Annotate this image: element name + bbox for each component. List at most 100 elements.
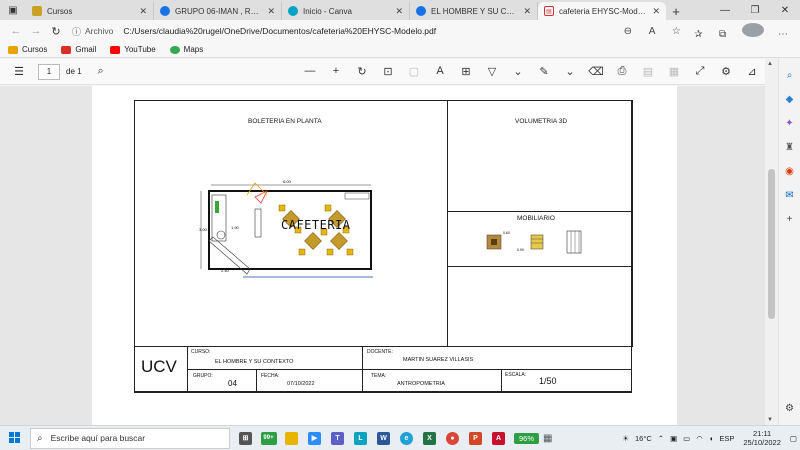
rotate-icon[interactable]: ↻ bbox=[349, 65, 375, 78]
tab-contexto[interactable]: EL HOMBRE Y SU CONTEXTO ✕ bbox=[410, 2, 538, 20]
outlook-icon[interactable]: ✉ bbox=[783, 188, 797, 202]
settings-gear-icon[interactable]: ⚙ bbox=[713, 65, 739, 78]
tab-cursos[interactable]: Cursos ✕ bbox=[26, 2, 154, 20]
pdf-toolbar: ☰ 1 de 1 ⌕ — + ↻ ⊡ ▢ A͏ ⊞ ▽ ⌄ ✎ ⌄ ⌫ ⎙ ▤ … bbox=[0, 59, 765, 85]
page-view-icon[interactable]: ▢ bbox=[401, 65, 427, 78]
bookmark-youtube[interactable]: YouTube bbox=[110, 45, 156, 54]
office-icon[interactable]: ◉ bbox=[783, 164, 797, 178]
pdf-document-area[interactable]: BOLETERIA EN PLANTA 6.00 3.00 1.90 2.40 … bbox=[0, 86, 765, 426]
search-icon[interactable]: ⌕ bbox=[783, 68, 797, 82]
sidebar-settings-icon[interactable]: ⚙ bbox=[783, 401, 797, 415]
battery-status[interactable]: 96% bbox=[514, 432, 540, 444]
close-tab-icon[interactable]: ✕ bbox=[395, 6, 403, 17]
draw-icon[interactable]: ▽ bbox=[479, 65, 505, 78]
scroll-down-icon[interactable]: ▼ bbox=[767, 417, 773, 423]
favorite-icon[interactable]: ☆ bbox=[665, 26, 687, 37]
read-aloud-icon[interactable]: A͏ bbox=[427, 65, 453, 78]
tab-canva[interactable]: Inicio - Canva ✕ bbox=[282, 2, 410, 20]
minimize-icon[interactable]: — bbox=[710, 0, 740, 20]
refresh-icon[interactable]: ↻ bbox=[46, 25, 66, 38]
teams-icon[interactable]: T bbox=[326, 428, 349, 448]
tab-pdf-active[interactable]: ▤ cafeteria EHYSC-Modelo.pdf ✕ bbox=[538, 2, 666, 20]
close-tab-icon[interactable]: ✕ bbox=[523, 6, 531, 17]
scroll-up-icon[interactable]: ▲ bbox=[767, 61, 773, 67]
clock[interactable]: 21:11 25/10/2022 bbox=[743, 429, 781, 447]
info-icon[interactable]: ⓘ bbox=[72, 25, 81, 38]
zoom-icon[interactable]: ⊖ bbox=[617, 26, 639, 37]
read-aloud-icon[interactable]: A bbox=[641, 26, 663, 37]
save-as-icon[interactable]: ▦ bbox=[661, 65, 687, 78]
language-indicator[interactable]: ESP bbox=[719, 434, 734, 443]
chevron-down-icon[interactable]: ⌄ bbox=[505, 65, 531, 78]
tools-icon[interactable]: ✦ bbox=[783, 116, 797, 130]
app-icon[interactable]: ▦ bbox=[543, 433, 552, 444]
zoom-in-icon[interactable]: + bbox=[323, 65, 349, 78]
close-tab-icon[interactable]: ✕ bbox=[139, 6, 147, 17]
dim-inner: 1.90 bbox=[231, 225, 240, 230]
excel-icon[interactable]: X bbox=[418, 428, 441, 448]
text-icon[interactable]: ⊞ bbox=[453, 65, 479, 78]
fit-page-icon[interactable]: ⊡ bbox=[375, 65, 401, 78]
chrome-icon[interactable]: ● bbox=[441, 428, 464, 448]
add-icon[interactable]: + bbox=[783, 212, 797, 226]
vertical-scrollbar[interactable]: ▲ ▼ bbox=[765, 59, 778, 425]
forward-icon[interactable]: → bbox=[26, 25, 46, 37]
camera-icon[interactable]: ▣ bbox=[670, 434, 677, 443]
highlight-icon[interactable]: ✎ bbox=[531, 65, 557, 78]
zoom-app-icon[interactable]: ▶ bbox=[303, 428, 326, 448]
fullscreen-icon[interactable]: ⤢ bbox=[687, 65, 713, 78]
ucv-logo: UCV bbox=[141, 357, 177, 376]
volume-icon[interactable]: ◖ bbox=[709, 434, 714, 443]
bookmark-maps[interactable]: Maps bbox=[169, 45, 203, 54]
favorites-bar-icon[interactable]: ✰ bbox=[687, 29, 709, 40]
weather-temp[interactable]: 16°C bbox=[635, 434, 652, 443]
wifi-icon[interactable]: ◠ bbox=[696, 434, 703, 443]
collections-icon[interactable]: ⧉ bbox=[712, 29, 734, 40]
back-icon[interactable]: ← bbox=[6, 25, 26, 37]
autocad-icon[interactable]: A bbox=[487, 428, 510, 448]
tab-actions-icon[interactable]: ▣ bbox=[0, 0, 26, 20]
pdf-favicon-icon: ▤ bbox=[544, 6, 554, 16]
mobiliario-title: MOBILIARIO bbox=[517, 215, 555, 222]
lyra-app-icon[interactable]: L bbox=[349, 428, 372, 448]
news-badge[interactable]: 99+ bbox=[257, 428, 280, 448]
weather-icon[interactable]: ☀ bbox=[622, 434, 629, 443]
file-explorer-icon[interactable] bbox=[280, 428, 303, 448]
close-window-icon[interactable]: ✕ bbox=[770, 0, 800, 20]
canva-favicon-icon bbox=[288, 6, 298, 16]
profile-avatar[interactable] bbox=[741, 22, 764, 37]
chevron-down-icon[interactable]: ⌄ bbox=[557, 65, 583, 78]
tray-chevron-icon[interactable]: ⌃ bbox=[658, 434, 664, 443]
edge-icon[interactable]: e bbox=[395, 428, 418, 448]
print-icon[interactable]: ⎙ bbox=[609, 65, 635, 78]
search-icon[interactable]: ⌕ bbox=[88, 65, 114, 78]
more-menu-icon[interactable]: ⋯ bbox=[772, 29, 794, 40]
tab-grupo[interactable]: GRUPO 06-IMAN , RUGEL - P ✕ bbox=[154, 2, 282, 20]
curso-cell bbox=[187, 346, 363, 370]
new-tab-button[interactable]: + bbox=[666, 2, 686, 20]
page-number-input[interactable]: 1 bbox=[38, 63, 60, 80]
games-icon[interactable]: ♜ bbox=[783, 140, 797, 154]
bookmark-cursos[interactable]: Cursos bbox=[8, 45, 47, 54]
word-icon[interactable]: W bbox=[372, 428, 395, 448]
scroll-thumb[interactable] bbox=[768, 169, 775, 319]
maximize-icon[interactable]: ❐ bbox=[740, 0, 770, 20]
pin-toolbar-icon[interactable]: ⊿ bbox=[739, 65, 765, 78]
save-icon[interactable]: ▤ bbox=[635, 65, 661, 78]
bookmark-gmail[interactable]: Gmail bbox=[61, 45, 96, 54]
contents-icon[interactable]: ☰ bbox=[6, 65, 32, 78]
battery-icon[interactable]: ▭ bbox=[683, 434, 690, 443]
zoom-out-icon[interactable]: — bbox=[297, 65, 323, 78]
powerpoint-icon[interactable]: P bbox=[464, 428, 487, 448]
furniture-icons: 0.60 0.90 bbox=[486, 230, 582, 254]
plan-title: BOLETERIA EN PLANTA bbox=[248, 118, 322, 125]
url-field[interactable]: ⓘ Archivo C:/Users/claudia%20rugel/OneDr… bbox=[72, 22, 611, 40]
close-tab-icon[interactable]: ✕ bbox=[652, 6, 660, 17]
start-button[interactable] bbox=[0, 432, 30, 444]
erase-icon[interactable]: ⌫ bbox=[583, 65, 609, 78]
task-view-icon[interactable]: ⊞ bbox=[234, 428, 257, 448]
notifications-icon[interactable]: ▢ bbox=[790, 434, 797, 443]
close-tab-icon[interactable]: ✕ bbox=[267, 6, 275, 17]
taskbar-search-input[interactable]: ⌕ Escribe aquí para buscar bbox=[30, 427, 230, 449]
shopping-icon[interactable]: ◆ bbox=[783, 92, 797, 106]
